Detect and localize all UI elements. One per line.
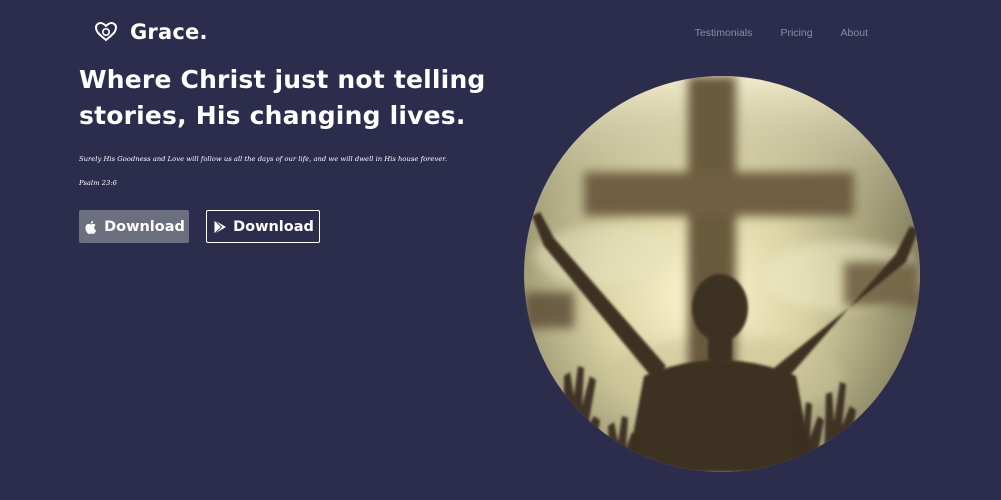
- app-store-download-button[interactable]: Download: [79, 210, 189, 243]
- top-nav: Testimonials Pricing About: [695, 27, 868, 39]
- hero-verse: Surely His Goodness and Love will follow…: [79, 155, 447, 163]
- play-store-download-button[interactable]: Download: [206, 210, 320, 243]
- nav-link-pricing[interactable]: Pricing: [780, 27, 812, 39]
- apple-icon: [83, 219, 99, 235]
- brand-logo[interactable]: Grace.: [94, 20, 208, 44]
- brand-name: Grace.: [130, 20, 208, 44]
- app-store-download-label: Download: [104, 218, 185, 235]
- play-store-icon: [212, 219, 228, 235]
- hero-verse-reference: Psalm 23:6: [79, 179, 117, 187]
- worship-cross-image: [524, 76, 920, 472]
- hero-headline: Where Christ just not telling stories, H…: [79, 65, 486, 130]
- nav-link-about[interactable]: About: [841, 27, 868, 39]
- landing-page: Grace. Testimonials Pricing About Where …: [0, 0, 1001, 500]
- play-store-download-label: Download: [233, 218, 314, 235]
- nav-link-testimonials[interactable]: Testimonials: [695, 27, 753, 39]
- heart-logo-icon: [94, 20, 118, 44]
